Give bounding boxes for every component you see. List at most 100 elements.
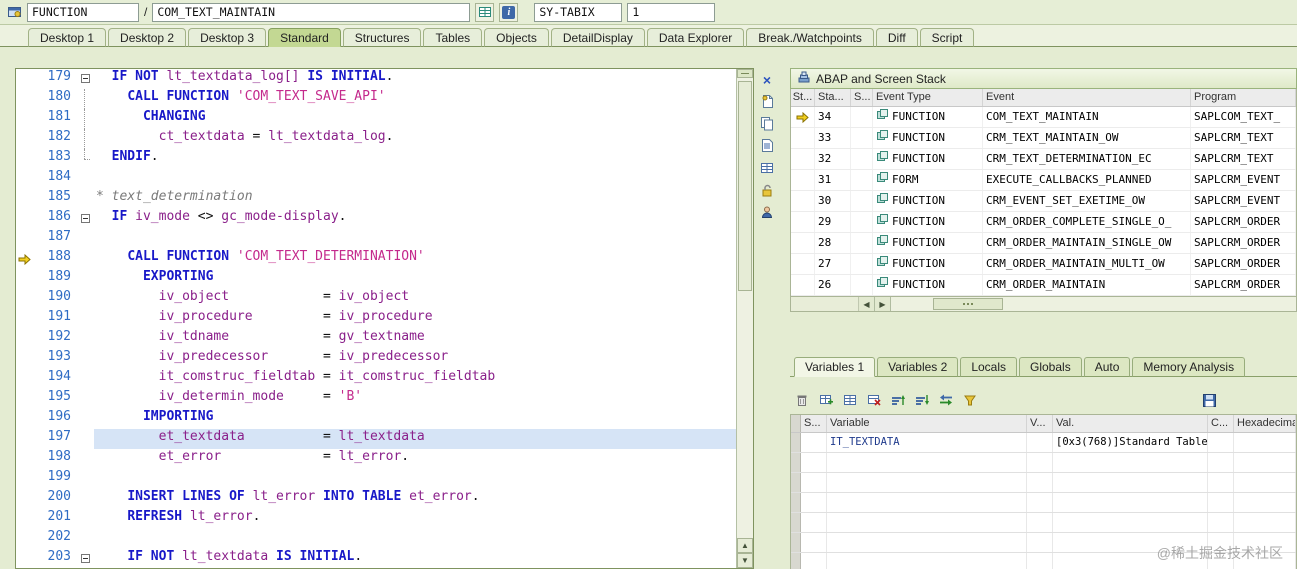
stack-hscrollbar[interactable]: ◀ ▶ <box>790 297 1297 312</box>
breakpoint-gutter[interactable] <box>16 489 32 509</box>
tab-script[interactable]: Script <box>919 28 975 47</box>
close-tool-icon[interactable]: × <box>757 70 777 89</box>
tab-memory-analysis[interactable]: Memory Analysis <box>1132 357 1246 377</box>
stack-column-header-s[interactable]: S... <box>851 89 873 106</box>
sort-descending-icon[interactable] <box>913 392 931 409</box>
code-line-190[interactable]: 190 iv_object = iv_object <box>16 289 736 309</box>
breakpoint-gutter[interactable] <box>16 269 32 289</box>
breakpoint-gutter[interactable] <box>16 469 32 489</box>
program-name-field[interactable] <box>152 2 471 22</box>
variables-column-header-s[interactable]: S... <box>801 415 827 432</box>
stack-row-29[interactable]: 29 FUNCTION CRM_ORDER_COMPLETE_SINGLE_O_ SA… <box>791 212 1296 233</box>
breakpoint-gutter[interactable] <box>16 289 32 309</box>
code-line-196[interactable]: 196 IMPORTING <box>16 409 736 429</box>
info-button[interactable]: i <box>499 2 519 22</box>
display-tool-icon[interactable] <box>757 136 777 155</box>
code-line-203[interactable]: 203 IF NOT lt_textdata IS INITIAL. <box>16 549 736 568</box>
code-line-187[interactable]: 187 <box>16 229 736 249</box>
scrollbar-track[interactable] <box>737 78 753 538</box>
tab-variables-2[interactable]: Variables 2 <box>877 357 959 377</box>
code-line-198[interactable]: 198 et_error = lt_error. <box>16 449 736 469</box>
fold-toggle-icon[interactable] <box>76 69 94 89</box>
code-line-200[interactable]: 200 INSERT LINES OF lt_error INTO TABLE … <box>16 489 736 509</box>
stack-row-30[interactable]: 30 FUNCTION CRM_EVENT_SET_EXETIME_OW SAPLCR… <box>791 191 1296 212</box>
code-line-183[interactable]: 183 ENDIF. <box>16 149 736 169</box>
code-line-199[interactable]: 199 <box>16 469 736 489</box>
breakpoint-gutter[interactable] <box>16 309 32 329</box>
hscroll-thumb[interactable] <box>933 298 1003 310</box>
stack-row-34[interactable]: 34 FUNCTION COM_TEXT_MAINTAIN SAPLCOM_TEXT_ <box>791 107 1296 128</box>
editor-scrollbar[interactable]: ▲ ▼ <box>736 69 753 568</box>
row-selector[interactable] <box>791 433 801 452</box>
variable-row-empty[interactable] <box>791 453 1296 473</box>
stack-column-header-st[interactable]: St... <box>791 89 815 106</box>
row-selector[interactable] <box>791 533 801 552</box>
tab-locals[interactable]: Locals <box>960 357 1017 377</box>
new-tool-icon[interactable] <box>757 92 777 111</box>
breakpoint-gutter[interactable] <box>16 149 32 169</box>
breakpoint-gutter[interactable] <box>16 409 32 429</box>
stack-row-28[interactable]: 28 FUNCTION CRM_ORDER_MAINTAIN_SINGLE_OW SA… <box>791 233 1296 254</box>
unlock-icon[interactable] <box>757 180 777 199</box>
code-line-195[interactable]: 195 iv_determin_mode = 'B' <box>16 389 736 409</box>
code-line-188[interactable]: 188 CALL FUNCTION 'COM_TEXT_DETERMINATIO… <box>16 249 736 269</box>
variable-name[interactable] <box>827 453 1027 472</box>
code-line-179[interactable]: 179 IF NOT lt_textdata_log[] IS INITIAL. <box>16 69 736 89</box>
breakpoint-gutter[interactable] <box>16 529 32 549</box>
code-line-189[interactable]: 189 EXPORTING <box>16 269 736 289</box>
row-selector[interactable] <box>791 473 801 492</box>
table-tool-icon[interactable] <box>757 158 777 177</box>
delete-rows-icon[interactable] <box>865 392 883 409</box>
structure-display-button[interactable] <box>475 2 495 22</box>
tab-break-watchpoints[interactable]: Break./Watchpoints <box>746 28 874 47</box>
breakpoint-gutter[interactable] <box>16 129 32 149</box>
delete-icon[interactable] <box>793 392 811 409</box>
stack-column-header-sta[interactable]: Sta... <box>815 89 851 106</box>
breakpoint-gutter[interactable] <box>16 449 32 469</box>
breakpoint-gutter[interactable] <box>16 109 32 129</box>
variable-name[interactable] <box>827 553 1027 569</box>
tab-tables[interactable]: Tables <box>423 28 483 47</box>
breakpoint-gutter[interactable] <box>16 229 32 249</box>
variable-name[interactable] <box>827 533 1027 552</box>
code-line-201[interactable]: 201 REFRESH lt_error. <box>16 509 736 529</box>
tab-objects[interactable]: Objects <box>484 28 549 47</box>
stack-row-26[interactable]: 26 FUNCTION CRM_ORDER_MAINTAIN SAPLCRM_ORDE… <box>791 275 1296 296</box>
variable-name[interactable] <box>827 493 1027 512</box>
tab-standard[interactable]: Standard <box>268 28 341 47</box>
breakpoint-gutter[interactable] <box>16 369 32 389</box>
tab-detaildisplay[interactable]: DetailDisplay <box>550 28 645 47</box>
variables-column-header-val[interactable]: Val. <box>1053 415 1208 432</box>
breakpoint-gutter[interactable] <box>16 349 32 369</box>
variables-column-header-hexadecimal-v[interactable]: Hexadecimal V <box>1234 415 1296 432</box>
filter-icon[interactable] <box>961 392 979 409</box>
program-type-field[interactable] <box>27 2 139 22</box>
code-line-180[interactable]: 180 CALL FUNCTION 'COM_TEXT_SAVE_API' <box>16 89 736 109</box>
code-line-192[interactable]: 192 iv_tdname = gv_textname <box>16 329 736 349</box>
tab-variables-1[interactable]: Variables 1 <box>794 357 876 377</box>
tab-desktop-1[interactable]: Desktop 1 <box>28 28 107 47</box>
code-line-197[interactable]: 197 et_textdata = lt_textdata <box>16 429 736 449</box>
insert-row-icon[interactable] <box>817 392 835 409</box>
breakpoint-gutter[interactable] <box>16 189 32 209</box>
row-selector[interactable] <box>791 513 801 532</box>
stack-row-27[interactable]: 27 FUNCTION CRM_ORDER_MAINTAIN_MULTI_OW SAP… <box>791 254 1296 275</box>
scroll-down-button[interactable]: ▼ <box>737 553 753 568</box>
breakpoint-gutter[interactable] <box>16 389 32 409</box>
scroll-up-button[interactable]: ▲ <box>737 538 753 553</box>
scroll-right-button[interactable]: ▶ <box>875 297 891 311</box>
variable-row-empty[interactable] <box>791 473 1296 493</box>
services-icon[interactable] <box>757 202 777 221</box>
save-icon[interactable] <box>1200 392 1218 409</box>
code-line-181[interactable]: 181 CHANGING <box>16 109 736 129</box>
stack-column-header-event[interactable]: Event <box>983 89 1191 106</box>
code-line-191[interactable]: 191 iv_procedure = iv_procedure <box>16 309 736 329</box>
code-line-186[interactable]: 186 IF iv_mode <> gc_mode-display. <box>16 209 736 229</box>
breakpoint-gutter[interactable] <box>16 169 32 189</box>
tab-desktop-2[interactable]: Desktop 2 <box>108 28 187 47</box>
sort-ascending-icon[interactable] <box>889 392 907 409</box>
tab-structures[interactable]: Structures <box>342 28 422 47</box>
variable-row-empty[interactable] <box>791 493 1296 513</box>
variable-name[interactable] <box>827 473 1027 492</box>
variable-row-it-textdata[interactable]: IT_TEXTDATA [0x3(768)]Standard Table <box>791 433 1296 453</box>
